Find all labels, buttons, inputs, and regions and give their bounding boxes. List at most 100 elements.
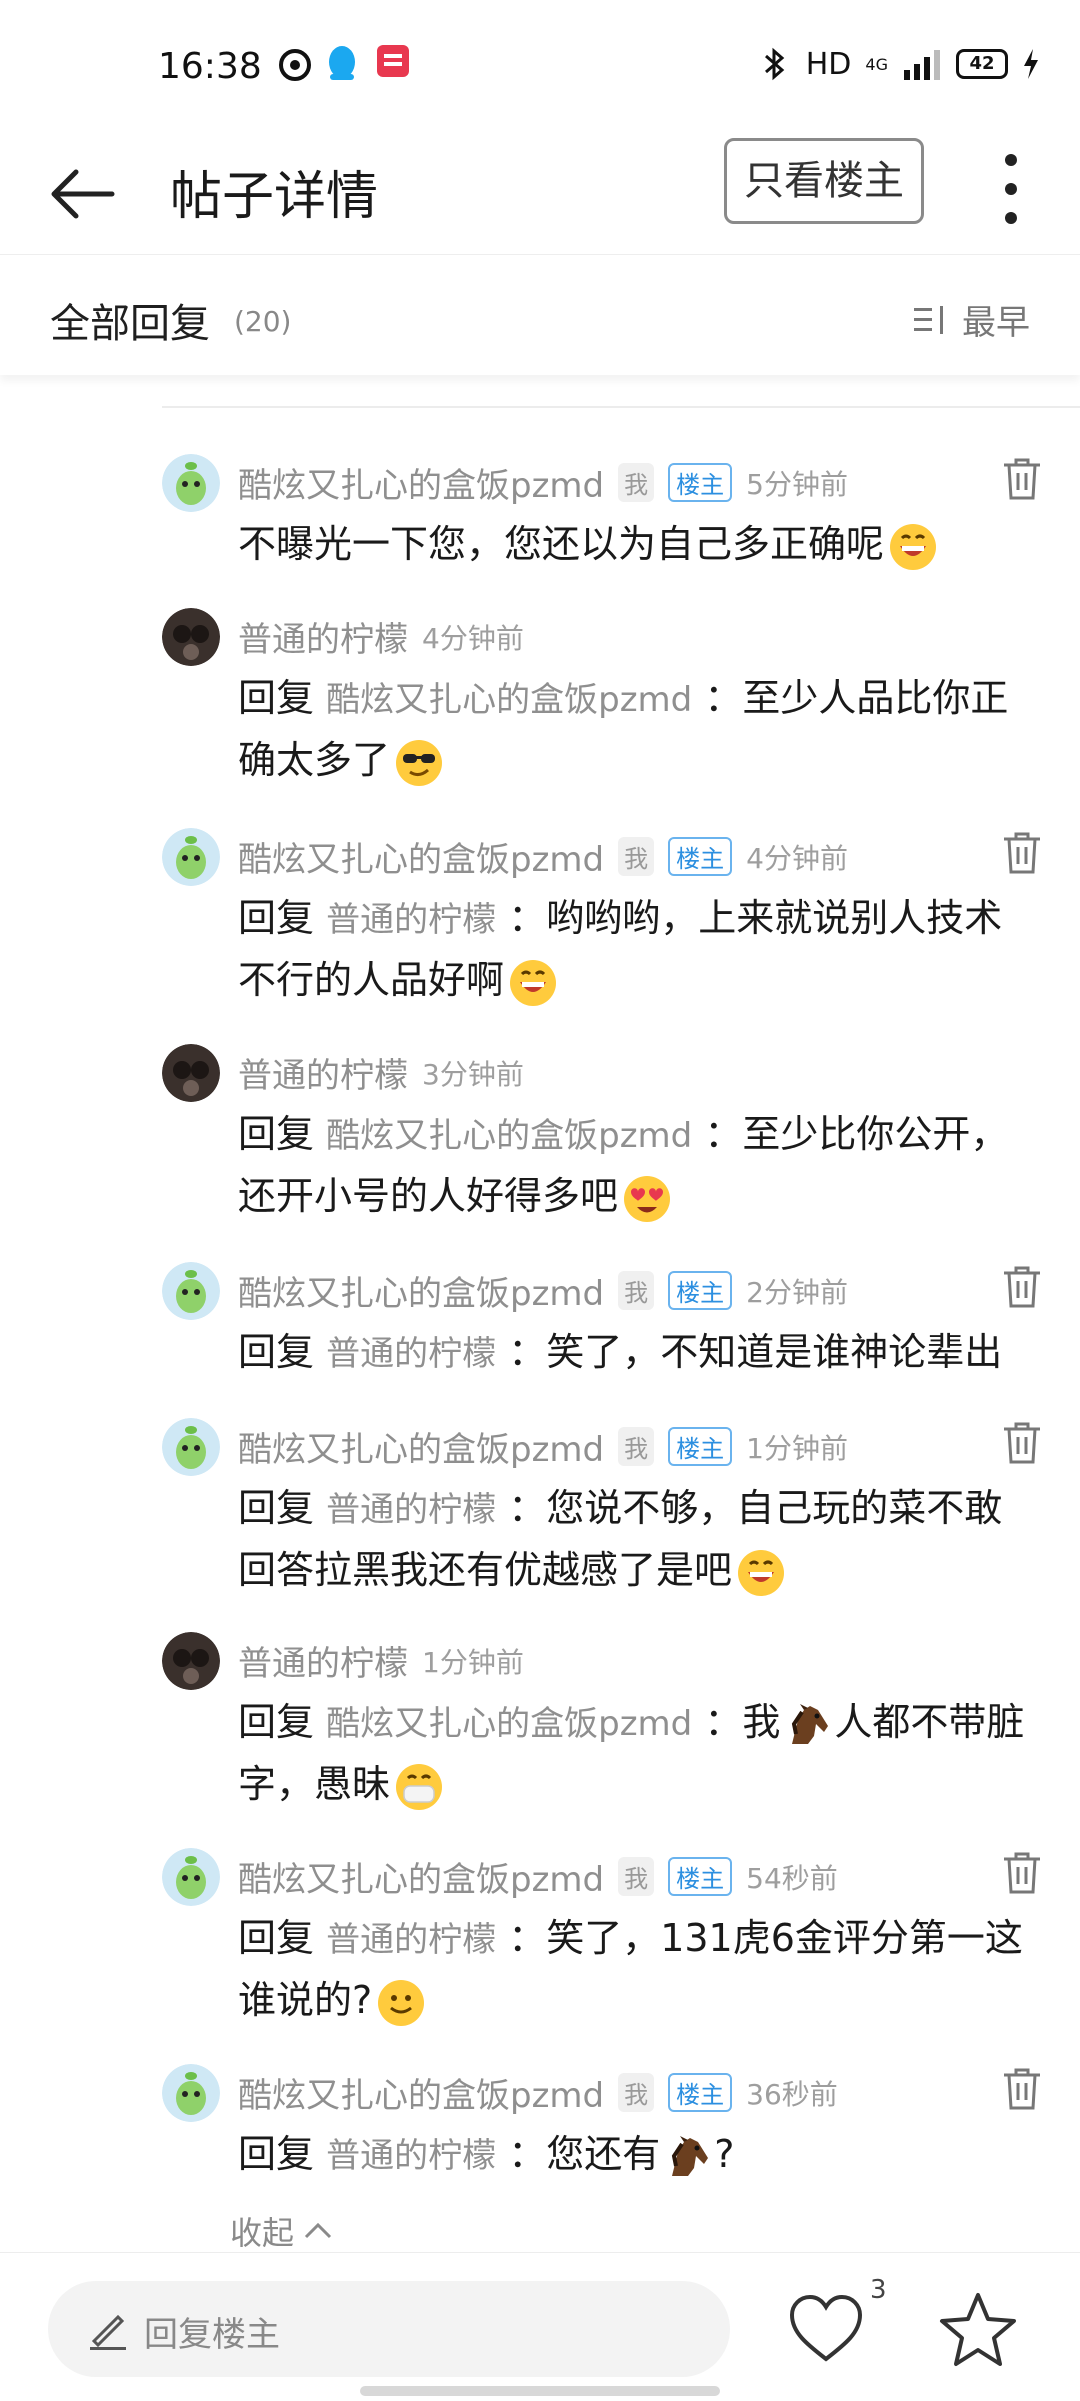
avatar[interactable] xyxy=(162,1632,220,1690)
me-badge: 我 xyxy=(618,1271,655,1310)
username[interactable]: 酷炫又扎心的盒饭pzmd xyxy=(238,458,604,507)
me-badge: 我 xyxy=(618,463,655,502)
horse-emoji-icon xyxy=(672,2135,709,2176)
grin-emoji-icon xyxy=(738,1549,785,1596)
timestamp: 4分钟前 xyxy=(422,621,524,655)
grin-emoji-icon xyxy=(510,959,557,1006)
star-icon[interactable] xyxy=(938,2289,1018,2369)
avatar[interactable] xyxy=(162,828,220,886)
reply-text: 回复 普通的柠檬 ：您还有? xyxy=(238,2124,1038,2186)
reply-target[interactable]: 普通的柠檬 xyxy=(326,1334,496,1374)
reply-target[interactable]: 普通的柠檬 xyxy=(326,1920,496,1960)
timestamp: 36秒前 xyxy=(746,2077,838,2111)
delete-icon[interactable] xyxy=(1000,830,1044,876)
pencil-icon xyxy=(90,2314,126,2350)
me-badge: 我 xyxy=(618,1857,655,1896)
reply-target[interactable]: 普通的柠檬 xyxy=(326,1490,496,1530)
avatar[interactable] xyxy=(162,1044,220,1102)
bluetooth-icon xyxy=(764,47,785,81)
delete-icon[interactable] xyxy=(1000,456,1044,502)
app-notification-icon xyxy=(279,49,311,81)
username[interactable]: 普通的柠檬 xyxy=(238,612,408,661)
delete-icon[interactable] xyxy=(1000,1264,1044,1310)
op-badge: 楼主 xyxy=(668,463,733,502)
sort-icon xyxy=(914,305,943,334)
reply-placeholder: 回复楼主 xyxy=(144,2315,280,2355)
reply-meta: 酷炫又扎心的盒饭pzmd 我 楼主 54秒前 xyxy=(238,1852,838,1901)
username[interactable]: 酷炫又扎心的盒饭pzmd xyxy=(238,1266,604,1315)
reply-text: 回复 酷炫又扎心的盒饭pzmd ：至少比你公开，还开小号的人好得多吧 xyxy=(238,1104,1038,1226)
collapse-label: 收起 xyxy=(230,2214,295,2252)
reply-meta: 酷炫又扎心的盒饭pzmd 我 楼主 4分钟前 xyxy=(238,832,848,881)
avatar[interactable] xyxy=(162,1848,220,1906)
like-count: 3 xyxy=(870,2275,887,2305)
op-only-button[interactable]: 只看楼主 xyxy=(724,138,924,224)
replies-header: 全部回复 (20) 最早 xyxy=(0,254,1080,375)
back-arrow-icon[interactable] xyxy=(46,156,122,232)
delete-icon[interactable] xyxy=(1000,1850,1044,1896)
me-badge: 我 xyxy=(618,1427,655,1466)
reply-op-input[interactable]: 回复楼主 xyxy=(48,2281,730,2377)
avatar[interactable] xyxy=(162,1262,220,1320)
heart-eyes-emoji-icon xyxy=(624,1175,671,1222)
op-badge: 楼主 xyxy=(668,1857,733,1896)
reply-text: 回复 酷炫又扎心的盒饭pzmd ：我 人都不带脏字，愚昧 xyxy=(238,1692,1038,1814)
all-replies-title: 全部回复 xyxy=(50,301,210,347)
reply-target[interactable]: 酷炫又扎心的盒饭pzmd xyxy=(326,1116,692,1156)
username[interactable]: 酷炫又扎心的盒饭pzmd xyxy=(238,832,604,881)
charging-icon xyxy=(1024,49,1038,79)
reply-target[interactable]: 酷炫又扎心的盒饭pzmd xyxy=(326,1704,692,1744)
qq-icon xyxy=(329,46,355,80)
reply-text: 回复 酷炫又扎心的盒饭pzmd ：至少人品比你正确太多了 xyxy=(238,668,1038,790)
timestamp: 2分钟前 xyxy=(746,1275,848,1309)
sort-button[interactable]: 最早 xyxy=(914,295,1030,344)
username[interactable]: 普通的柠檬 xyxy=(238,1636,408,1685)
username[interactable]: 酷炫又扎心的盒饭pzmd xyxy=(238,2068,604,2117)
divider xyxy=(162,406,1080,408)
reply-text: 回复 普通的柠檬 ：笑了，不知道是谁神论辈出 xyxy=(238,1330,1003,1374)
timestamp: 4分钟前 xyxy=(746,841,848,875)
reply-count: (20) xyxy=(234,305,292,338)
reply-meta: 酷炫又扎心的盒饭pzmd 我 楼主 2分钟前 xyxy=(238,1266,848,1315)
reply-meta: 酷炫又扎心的盒饭pzmd 我 楼主 5分钟前 xyxy=(238,458,848,507)
home-indicator[interactable] xyxy=(360,2386,720,2396)
sunglasses-emoji-icon xyxy=(396,739,443,786)
sort-label: 最早 xyxy=(962,303,1030,343)
mask-emoji-icon xyxy=(396,1763,443,1810)
smile-emoji-icon xyxy=(378,1979,425,2026)
me-badge: 我 xyxy=(618,2073,655,2112)
chevron-up-icon xyxy=(304,2222,332,2239)
reply-meta: 酷炫又扎心的盒饭pzmd 我 楼主 36秒前 xyxy=(238,2068,838,2117)
status-time: 16:38 xyxy=(158,46,262,87)
me-badge: 我 xyxy=(618,837,655,876)
avatar[interactable] xyxy=(162,2064,220,2122)
reply-meta: 普通的柠檬 4分钟前 xyxy=(238,612,524,661)
timestamp: 3分钟前 xyxy=(422,1057,524,1091)
reply-target[interactable]: 普通的柠檬 xyxy=(326,2136,496,2176)
network-type: HD xyxy=(805,46,852,82)
avatar[interactable] xyxy=(162,454,220,512)
reply-text: 不曝光一下您，您还以为自己多正确呢 xyxy=(238,514,1038,574)
username[interactable]: 普通的柠檬 xyxy=(238,1048,408,1097)
username[interactable]: 酷炫又扎心的盒饭pzmd xyxy=(238,1852,604,1901)
op-badge: 楼主 xyxy=(668,837,733,876)
avatar[interactable] xyxy=(162,1418,220,1476)
reply-target[interactable]: 酷炫又扎心的盒饭pzmd xyxy=(326,680,692,720)
status-bar: 16:38 HD 4G 42 xyxy=(0,0,1080,130)
reply-target[interactable]: 普通的柠檬 xyxy=(326,900,496,940)
page-title: 帖子详情 xyxy=(170,167,379,227)
timestamp: 54秒前 xyxy=(746,1861,838,1895)
delete-icon[interactable] xyxy=(1000,1420,1044,1466)
avatar[interactable] xyxy=(162,608,220,666)
heart-icon[interactable] xyxy=(788,2293,864,2365)
delete-icon[interactable] xyxy=(1000,2066,1044,2112)
op-badge: 楼主 xyxy=(668,1427,733,1466)
reply-meta: 酷炫又扎心的盒饭pzmd 我 楼主 1分钟前 xyxy=(238,1422,848,1471)
more-options-icon[interactable] xyxy=(986,144,1036,234)
bottom-bar: 回复楼主 3 xyxy=(0,2252,1080,2401)
reply-text: 回复 普通的柠檬 ：笑了，131虎6金评分第一这谁说的? xyxy=(238,1908,1038,2030)
username[interactable]: 酷炫又扎心的盒饭pzmd xyxy=(238,1422,604,1471)
collapse-button[interactable]: 收起 xyxy=(230,2208,334,2254)
reply-text: 回复 普通的柠檬 ：哟哟哟，上来就说别人技术不行的人品好啊 xyxy=(238,888,1038,1010)
op-badge: 楼主 xyxy=(668,1271,733,1310)
